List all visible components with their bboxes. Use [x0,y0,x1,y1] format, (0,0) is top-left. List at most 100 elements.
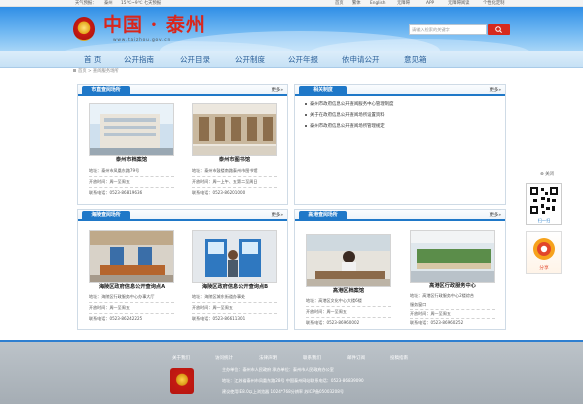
footer-link-about[interactable]: 关于我们 [172,356,190,362]
venue-phone: 联系电话：0523-86242225 [89,316,143,321]
breadcrumb-text[interactable]: 首页 > 查阅服务场所 [78,69,119,74]
photo-hailing-a[interactable] [89,230,174,283]
qr-code-icon [527,184,561,217]
search-button[interactable] [488,24,510,35]
panel-title: 海陵查阅场所 [82,211,130,220]
national-emblem-icon [73,17,95,41]
venue-hours: 开放时间：周一至周五 [410,311,451,316]
venue-phone: 联系电话：0523-86960252 [410,320,464,325]
venue-phone: 联系电话：0523-86960002 [306,320,360,325]
venue-hours: 开放时间：周一至周五 [306,309,347,314]
panel-title: 市直查阅场所 [82,86,130,95]
panel-title: 高港查阅场所 [299,211,347,220]
site-logo-url: www.taizhou.gov.cn [113,38,172,43]
toplink-home[interactable]: 首页 [335,0,344,7]
panel-city-venues: 市直查阅场所 更多» 泰州市档案馆 泰州市图书馆 地址：泰州市凤凰东路79号 开… [77,84,288,205]
main-nav: 首 页 公开指南 公开目录 公开制度 公开年报 依申请公开 意见箱 [0,51,583,68]
photo-gaogang-archives[interactable] [306,234,391,287]
photo-archives[interactable] [89,103,174,156]
more-link[interactable]: 更多» [272,87,283,94]
nav-annual-report[interactable]: 公开年报 [288,51,318,68]
weather-city[interactable]: 泰州 [104,0,113,7]
photo-library[interactable] [192,103,277,156]
close-icon: ⊗ [540,172,544,177]
nav-system[interactable]: 公开制度 [235,51,265,68]
divider [410,309,495,310]
venue-name[interactable]: 高港区行政服务中心 [410,283,495,290]
divider [192,302,277,303]
more-link[interactable]: 更多» [490,87,501,94]
divider [192,187,277,188]
nav-suggestion-box[interactable]: 意见箱 [404,51,427,68]
venue-hours: 开放时间：周一上午、五第二至周日 [192,179,258,184]
venue-name[interactable]: 高港区档案馆 [306,288,391,295]
divider [89,313,174,314]
qr-caption: 扫一扫 [537,218,551,223]
policy-link[interactable]: 泰州市政府信息公开查阅服务中心管理制度 [310,102,393,107]
photo-gaogang-service-center[interactable] [410,230,495,283]
policy-link[interactable]: 关于在政府信息公开查阅场所设置资料 [310,113,385,118]
photo-hailing-b[interactable] [192,230,277,283]
toplink-accessible-reading[interactable]: 无障碍阅读 [448,0,469,7]
panel-gaogang-venues: 高港查阅场所 更多» 高港区档案馆 高港区行政服务中心 地址：高港区文化中心大楼… [294,209,506,330]
footer-link-legal[interactable]: 法律声明 [259,356,277,362]
policy-link[interactable]: 泰州市政府信息公开查阅场所管理规定 [310,124,385,129]
search-input[interactable]: 请输入检索的关键字 [409,24,487,35]
home-icon [73,69,76,72]
share-label: 分享 [539,266,549,271]
policy-item[interactable]: 关于在政府信息公开查阅场所设置资料 [305,113,385,119]
venue-name[interactable]: 海陵区政府信息公开查询点B [185,284,285,291]
venue-phone: 联系电话：0523-86201000 [192,190,246,195]
qr-code-box[interactable]: 扫一扫 [526,183,562,225]
venue-address: 地址：泰州市鼓楼南路泰州市图书馆 [192,168,258,173]
venue-address-extra: 服务窗口 [410,302,427,307]
bullet-icon [305,113,307,116]
sidebar-close[interactable]: ⊗ 关闭 [540,172,554,178]
weather-label: 天气预报： [75,1,97,6]
site-logo-title[interactable]: 中国 · 泰州 [103,14,206,36]
venue-phone: 联系电话：0523-86819636 [89,190,143,195]
venue-name[interactable]: 海陵区政府信息公开查询点A [82,284,182,291]
panel-title-bar: 相关制度 更多» [295,85,505,96]
policy-item[interactable]: 泰州市政府信息公开查阅场所管理规定 [305,124,385,130]
toplink-accessible[interactable]: 无障碍 [397,0,410,7]
venue-name[interactable]: 泰州市图书馆 [192,157,277,164]
panel-title-bar: 高港查阅场所 更多» [295,210,505,221]
footer-link-contact[interactable]: 联系我们 [303,356,321,362]
footer-link-stats[interactable]: 访问统计 [215,356,233,362]
venue-name[interactable]: 泰州市档案馆 [89,157,174,164]
toplink-traditional[interactable]: 繁体 [352,0,361,7]
footer: 关于我们 访问统计 法律声明 联系我们 邮件订阅 投稿指南 主办单位：泰州市人民… [0,340,583,404]
nav-apply[interactable]: 依申请公开 [342,51,380,68]
footer-sponsor: 主办单位：泰州市人民政府 承办单位：泰州市人民政府办公室 [222,367,334,372]
close-label: 关闭 [545,172,554,177]
venue-address: 地址：海陵区城东街道办事处 [192,294,246,299]
nav-guide[interactable]: 公开指南 [124,51,154,68]
venue-hours: 开放时间：周一至周五 [192,305,233,310]
more-link[interactable]: 更多» [490,212,501,219]
toplink-customize[interactable]: 个性化定制 [483,0,504,7]
search-icon [495,26,502,33]
toplink-app[interactable]: APP [426,0,434,7]
toplink-english[interactable]: English [370,0,386,7]
venue-address: 地址：高港区行政服务中心2楼综合 [410,293,475,298]
bullet-icon [305,102,307,105]
venue-hours: 开放时间：周一至周五 [89,179,130,184]
more-link[interactable]: 更多» [272,212,283,219]
share-button[interactable]: 分享 [526,231,562,274]
venue-address: 地址：泰州市凤凰东路79号 [89,168,140,173]
divider [192,313,277,314]
nav-catalog[interactable]: 公开目录 [180,51,210,68]
footer-link-submit-guide[interactable]: 投稿指南 [390,356,408,362]
venue-address: 地址：高港区文化中心大楼6楼 [306,298,362,303]
weibo-icon [533,238,555,260]
footer-link-subscribe[interactable]: 邮件订阅 [347,356,365,362]
policy-item[interactable]: 泰州市政府信息公开查阅服务中心管理制度 [305,102,393,108]
panel-title: 相关制度 [299,86,347,95]
venue-phone: 联系电话：0523-86611301 [192,316,246,321]
breadcrumb: 首页 > 查阅服务场所 [73,69,119,75]
divider [410,318,495,319]
divider [89,302,174,303]
weather-text[interactable]: 15℃~9℃ 七天预报 [121,0,161,7]
nav-home[interactable]: 首 页 [84,51,101,68]
